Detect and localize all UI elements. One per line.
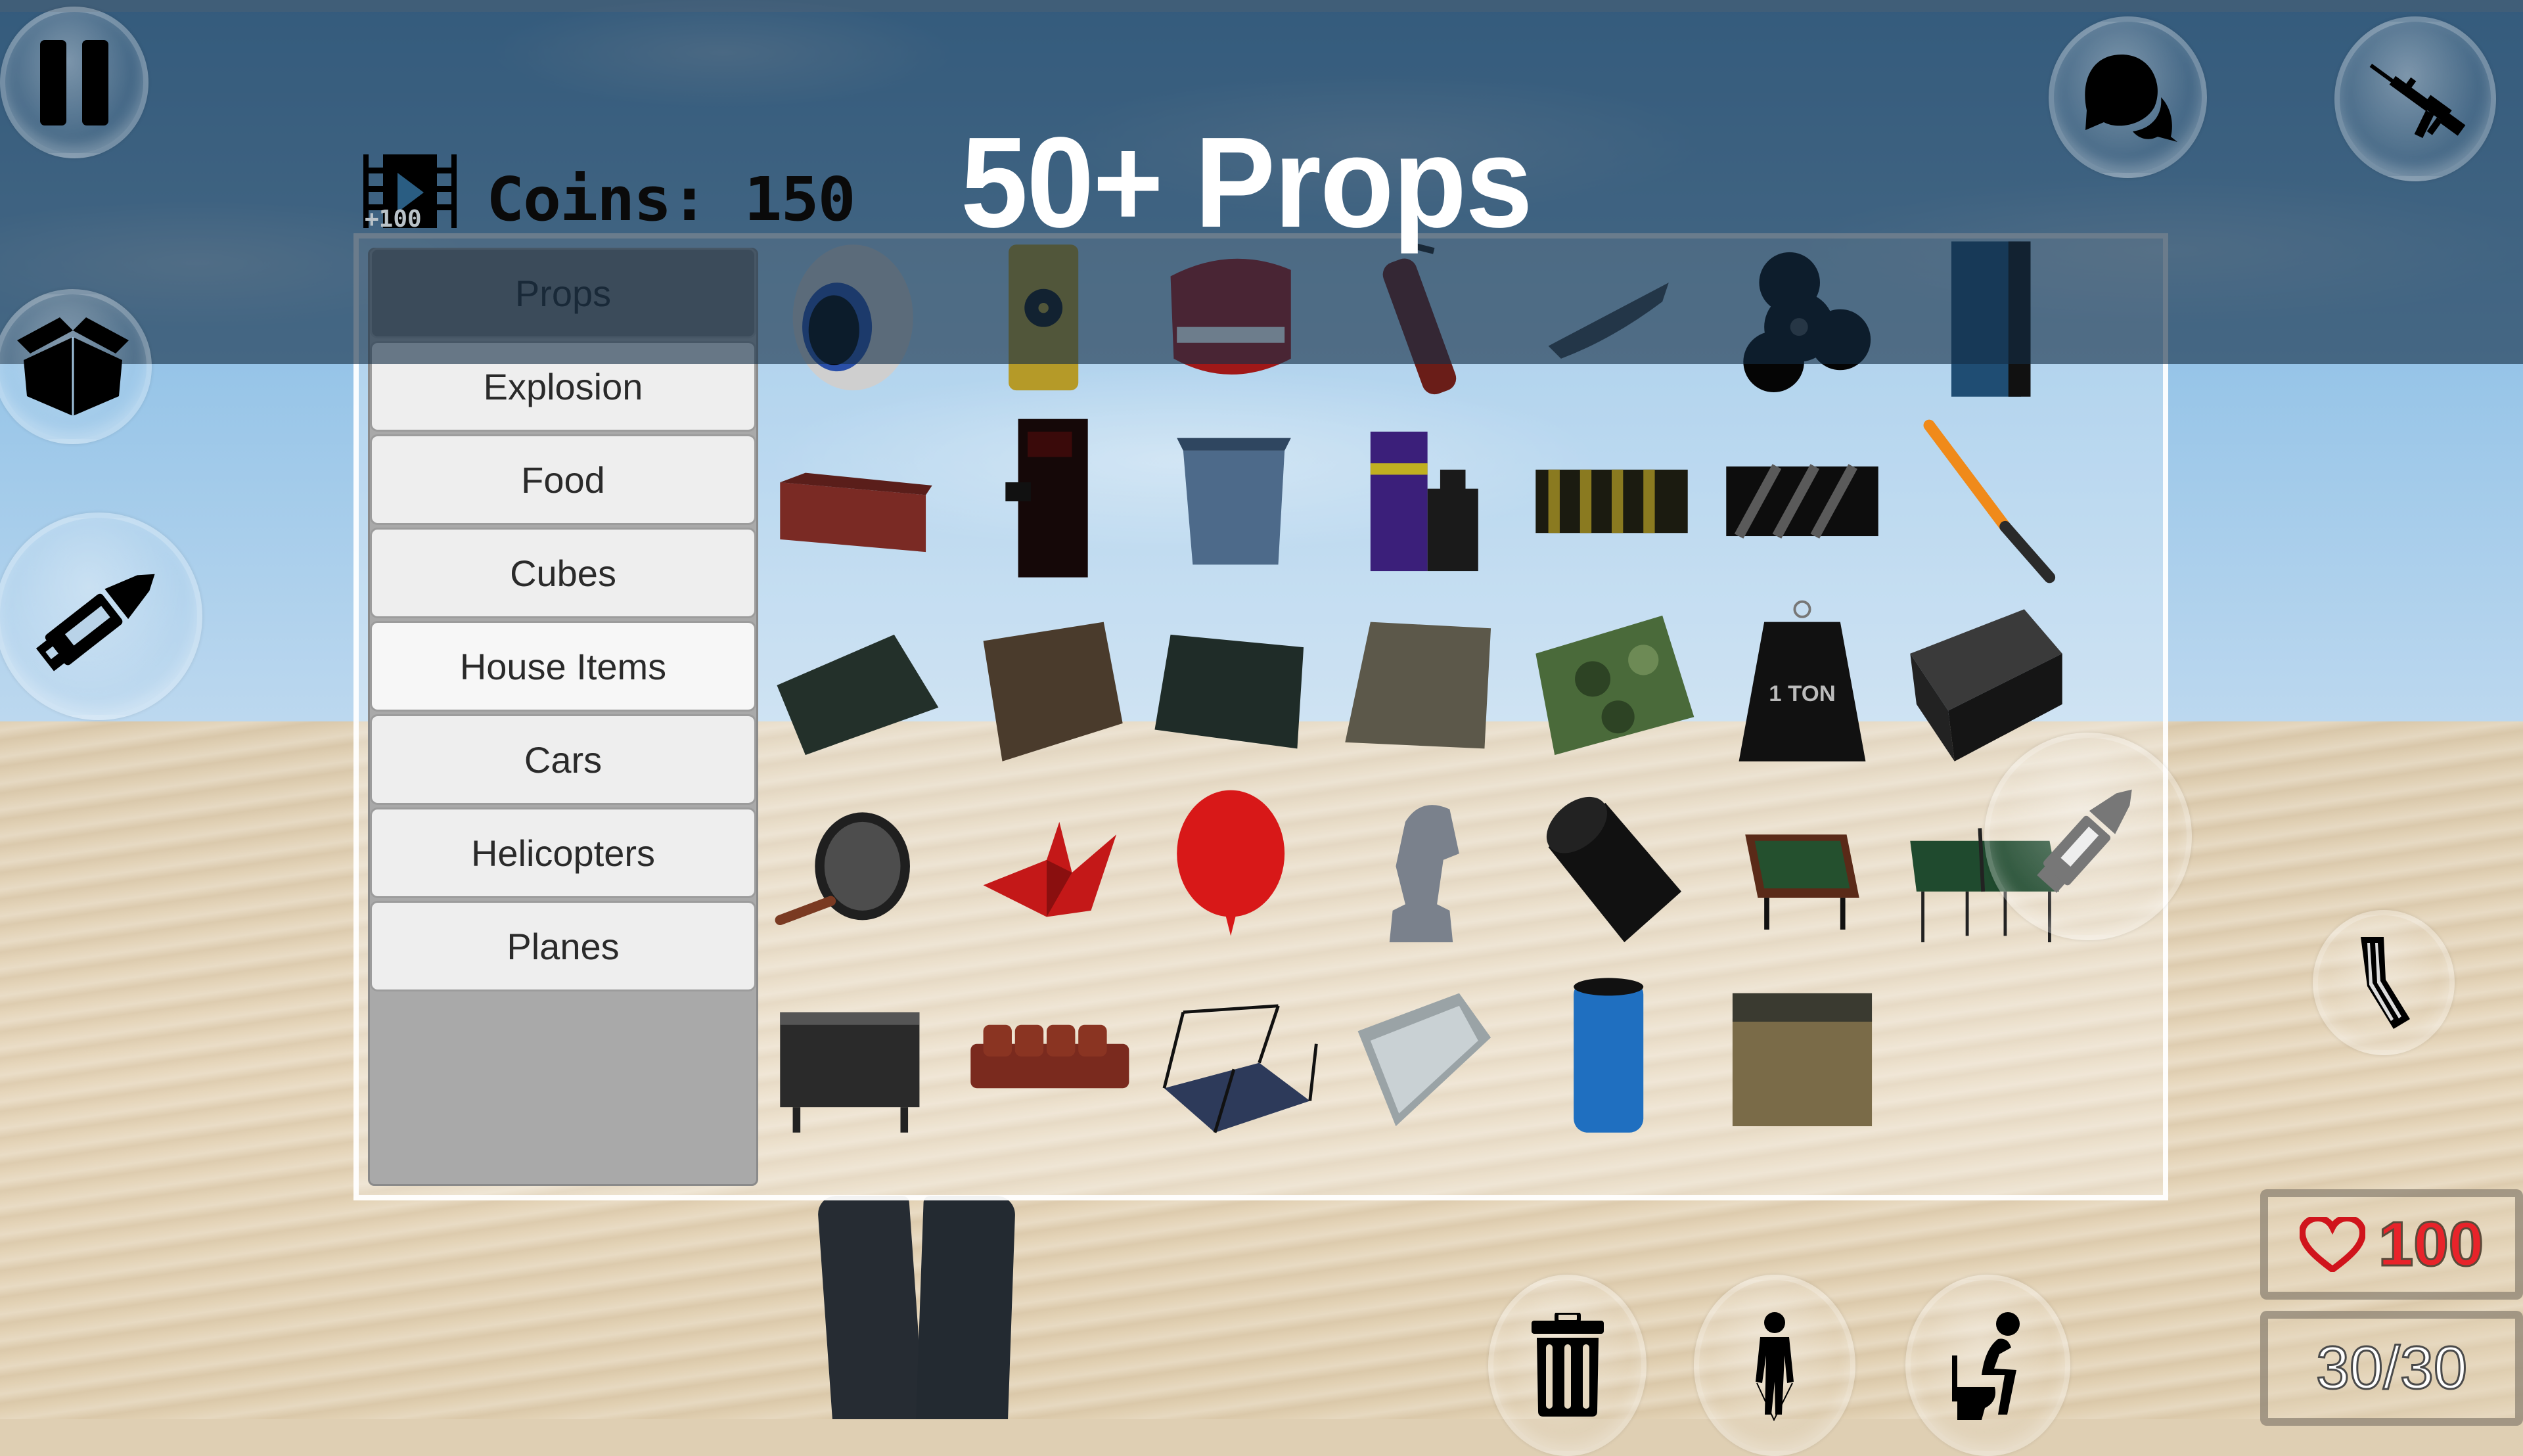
prop-item-gray-mat[interactable] <box>1332 597 1510 774</box>
prop-item-grill[interactable] <box>767 968 945 1145</box>
reward-badge: +100 <box>365 206 422 233</box>
prop-item-origami-crane[interactable] <box>958 784 1135 961</box>
chess-knight-icon <box>1389 805 1459 943</box>
health-display: 100 <box>2260 1189 2523 1300</box>
trash-can-tipped-icon <box>1546 796 1682 943</box>
gray-mat-icon <box>1345 622 1491 749</box>
category-cars[interactable]: Cars <box>370 714 756 805</box>
bridge-section-icon <box>1162 1004 1318 1133</box>
shipping-container-icon <box>780 472 932 553</box>
prop-item-camo-mat[interactable] <box>1523 597 1700 774</box>
top-status-strip <box>0 0 2523 12</box>
prop-item-display-case[interactable] <box>1332 968 1510 1145</box>
fire-button[interactable] <box>1984 733 2192 940</box>
crate-dumpster-icon <box>1732 993 1873 1127</box>
chat-bubbles-icon <box>2084 55 2177 142</box>
reload-button[interactable] <box>2313 910 2455 1055</box>
prop-item-trash-can-tipped[interactable] <box>1523 784 1700 961</box>
prop-item-one-ton-weight[interactable]: 1 TON <box>1714 597 1891 774</box>
health-value: 100 <box>2377 1208 2484 1281</box>
pool-table-icon <box>1745 834 1859 930</box>
prop-item-hazard-barrier[interactable] <box>1523 413 1700 590</box>
ammo-value: 30/30 <box>2315 1334 2468 1403</box>
striped-barrier-icon <box>1726 464 1878 539</box>
open-box-icon <box>16 317 129 416</box>
prop-item-baseball-bat[interactable] <box>1898 413 2075 590</box>
heart-icon <box>2299 1217 2365 1272</box>
pause-button[interactable] <box>0 7 148 158</box>
prop-item-red-sofa[interactable] <box>958 968 1135 1145</box>
prop-item-shipping-container[interactable] <box>767 413 945 590</box>
category-house-items[interactable]: House Items <box>370 621 756 712</box>
toilet-icon <box>1951 1312 2020 1420</box>
one-ton-weight-icon: 1 TON <box>1739 600 1866 762</box>
baseball-bat-icon <box>1923 419 2056 583</box>
arcade-racer-icon <box>1370 431 1478 572</box>
grill-icon <box>780 1012 920 1133</box>
prop-item-pool-table[interactable] <box>1714 784 1891 961</box>
toilet-button[interactable] <box>1905 1275 2070 1456</box>
chat-button[interactable] <box>2049 16 2207 178</box>
blue-barrel-icon <box>1574 978 1644 1133</box>
rifle-icon <box>2369 63 2466 138</box>
spawn-box-button[interactable] <box>0 289 152 444</box>
magazine-icon <box>2361 936 2410 1029</box>
frying-pan-icon <box>775 812 910 926</box>
prop-item-arcade-cabinet[interactable] <box>958 413 1135 590</box>
headline-title: 50+ Props <box>961 110 1533 254</box>
camo-mat-icon <box>1535 615 1694 756</box>
props-grid: 1 TON <box>767 239 2160 1195</box>
prop-item-frying-pan[interactable] <box>767 784 945 961</box>
svg-text:1 TON: 1 TON <box>1769 681 1836 706</box>
category-cubes[interactable]: Cubes <box>370 528 756 618</box>
bullet-icon <box>2037 789 2132 893</box>
red-sofa-icon <box>970 1024 1129 1089</box>
jump-rope-icon <box>1756 1312 1794 1421</box>
prop-item-bridge-section[interactable] <box>1145 968 1323 1145</box>
prop-item-dark-mat[interactable] <box>767 597 945 774</box>
display-case-icon <box>1357 993 1491 1127</box>
delete-button[interactable] <box>1488 1275 1647 1456</box>
jump-button[interactable] <box>1694 1275 1855 1456</box>
origami-crane-icon <box>983 821 1117 917</box>
category-food[interactable]: Food <box>370 434 756 525</box>
hazard-barrier-icon <box>1535 469 1688 534</box>
prop-item-red-balloon[interactable] <box>1145 784 1323 961</box>
character-leg-left <box>817 1196 924 1419</box>
prop-item-striped-barrier[interactable] <box>1714 413 1891 590</box>
prop-item-arcade-racer[interactable] <box>1332 413 1510 590</box>
arcade-cabinet-icon <box>1005 419 1088 578</box>
dark-mat-icon <box>777 634 939 756</box>
category-helicopters[interactable]: Helicopters <box>370 808 756 898</box>
coins-counter: Coins: 150 <box>486 164 856 235</box>
brown-mat-icon <box>983 622 1123 762</box>
character-leg-right <box>916 1196 1016 1419</box>
prop-item-brown-mat[interactable] <box>958 597 1135 774</box>
red-balloon-icon <box>1177 790 1285 936</box>
trash-icon <box>1531 1313 1604 1417</box>
watch-ad-reward-button[interactable]: +100 <box>363 154 457 233</box>
ammo-display: 30/30 <box>2260 1311 2523 1426</box>
dumpster-icon <box>1177 438 1291 565</box>
spawn-menu-panel: PropsExplosionFoodCubesHouse ItemsCarsHe… <box>353 233 2168 1200</box>
category-list: PropsExplosionFoodCubesHouse ItemsCarsHe… <box>368 248 758 1186</box>
prop-item-blue-barrel[interactable] <box>1523 968 1700 1145</box>
pause-icon <box>40 39 108 125</box>
prop-item-green-mat[interactable] <box>1145 597 1323 774</box>
bullet-icon <box>35 574 155 671</box>
prop-item-crate-dumpster[interactable] <box>1714 968 1891 1145</box>
prop-item-chess-knight[interactable] <box>1332 784 1510 961</box>
ammo-weapon-button[interactable] <box>0 512 202 720</box>
weapon-select-button[interactable] <box>2334 16 2496 181</box>
green-mat-icon <box>1154 634 1304 749</box>
category-planes[interactable]: Planes <box>370 901 756 991</box>
prop-item-dumpster[interactable] <box>1145 413 1323 590</box>
